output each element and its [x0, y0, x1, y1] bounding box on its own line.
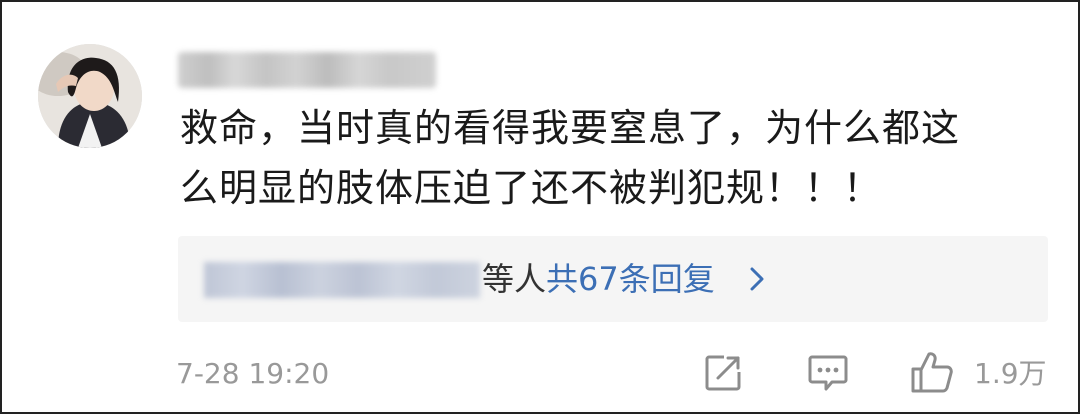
comment-icon[interactable]	[808, 354, 848, 392]
view-replies-link[interactable]: 共67条回复	[546, 258, 715, 300]
comment-card: 救命，当时真的看得我要窒息了，为什么都这 么明显的肢体压迫了还不被判犯规！！！ …	[0, 0, 1080, 414]
replier-names-redacted	[204, 262, 480, 298]
share-icon[interactable]	[704, 354, 742, 392]
like-count: 1.9万	[974, 357, 1047, 390]
replies-preview[interactable]: 等人 共67条回复	[178, 236, 1048, 322]
comment-timestamp: 7-28 19:20	[176, 357, 330, 390]
avatar-image	[38, 44, 142, 148]
username-redacted[interactable]	[178, 52, 436, 88]
thumbs-up-icon[interactable]	[910, 350, 954, 394]
avatar[interactable]	[38, 44, 142, 148]
comment-text: 救命，当时真的看得我要窒息了，为什么都这 么明显的肢体压迫了还不被判犯规！！！	[180, 106, 961, 210]
replies-suffix: 等人	[482, 260, 547, 298]
chevron-right-icon[interactable]	[743, 264, 771, 294]
